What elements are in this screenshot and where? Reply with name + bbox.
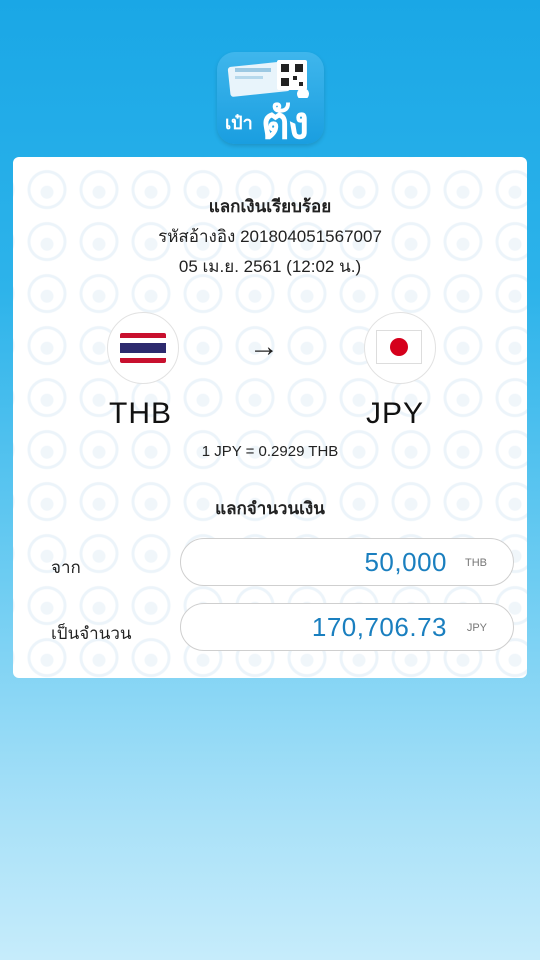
from-amount-value: 50,000 bbox=[364, 547, 447, 577]
from-amount-field: 50,000 THB bbox=[180, 538, 514, 586]
arrow-right-icon: → bbox=[249, 330, 279, 363]
to-amount-field: 170,706.73 JPY bbox=[180, 603, 514, 651]
from-currency-code: THB bbox=[109, 397, 172, 430]
to-currency-code: JPY bbox=[366, 397, 425, 430]
japan-flag-icon bbox=[376, 330, 422, 364]
to-amount-value: 170,706.73 bbox=[311, 612, 447, 642]
to-amount-currency: JPY bbox=[466, 622, 487, 634]
reference-number: รหัสอ้างอิง 201804051567007 bbox=[158, 227, 382, 246]
to-currency-flag bbox=[364, 312, 436, 384]
receipt-card: แลกเงินเรียบร้อย รหัสอ้างอิง 20180405156… bbox=[13, 157, 527, 678]
thailand-flag-icon bbox=[120, 333, 166, 363]
from-amount-currency: THB bbox=[465, 557, 487, 569]
exchange-amount-title: แลกจำนวนเงิน bbox=[215, 499, 325, 518]
receipt-title: แลกเงินเรียบร้อย bbox=[208, 197, 332, 216]
transaction-datetime: 05 เม.ย. 2561 (12:02 น.) bbox=[178, 257, 362, 276]
app-logo: เป๋า ตัง bbox=[217, 52, 324, 144]
logo-text-big: ตัง bbox=[261, 99, 309, 144]
from-currency-flag bbox=[107, 312, 179, 384]
from-amount-label: จาก bbox=[51, 558, 81, 577]
exchange-rate: 1 JPY = 0.2929 THB bbox=[201, 443, 339, 460]
to-amount-label: เป็นจำนวน bbox=[51, 624, 132, 643]
logo-text-small: เป๋า bbox=[225, 113, 253, 133]
